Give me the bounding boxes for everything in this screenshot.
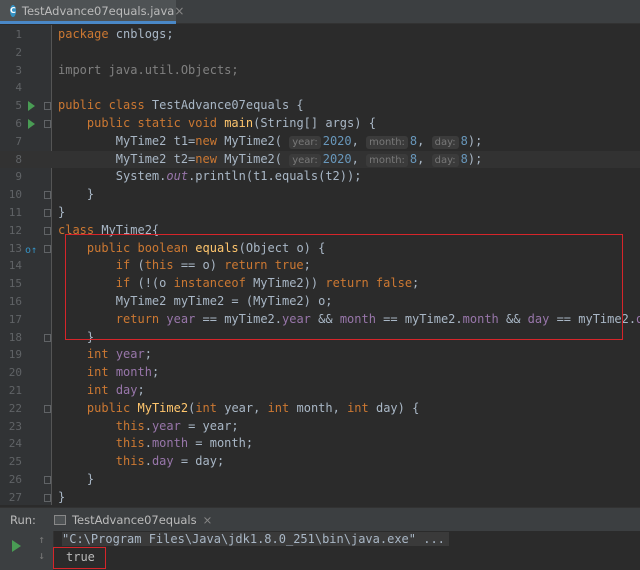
line-number: 16	[8, 295, 22, 308]
run-gutter-icon[interactable]	[28, 119, 35, 129]
fold-icon[interactable]	[44, 120, 51, 128]
line-number: 21	[8, 384, 22, 397]
code-editor[interactable]: 1 package cnblogs; 2 3 import java.util.Obje…	[0, 25, 640, 505]
line-number: 20	[8, 366, 22, 380]
code-line[interactable]: 10 }	[0, 186, 640, 204]
editor-tab-bar: C TestAdvance07equals.java ×	[0, 0, 640, 24]
line-number: 7	[15, 134, 22, 148]
code-text: this.day = day;	[115, 454, 225, 469]
code-line[interactable]: 9 System.out.println(t1.equals(t2));	[0, 168, 640, 186]
run-config-label: TestAdvance07equals	[71, 512, 197, 527]
java-class-icon: C	[10, 4, 16, 17]
run-config-icon	[53, 514, 66, 525]
code-line[interactable]: 7 MyTime2 t1=new MyTime2( year: 2020, mon…	[0, 133, 640, 151]
console-toolbar-scroll: ↑ ↓	[30, 531, 54, 570]
line-number: 25	[8, 455, 22, 469]
code-text: import java.util.Objects;	[58, 62, 239, 77]
run-label: Run:	[10, 512, 36, 527]
line-number: 3	[15, 63, 22, 77]
code-text: int year;	[86, 347, 152, 362]
line-number: 24	[8, 437, 22, 451]
line-number: 27	[8, 490, 22, 504]
code-text: this.year = year;	[115, 418, 239, 433]
code-line[interactable]: 6 public static void main(String[] args)…	[0, 115, 640, 133]
code-line[interactable]: 1 package cnblogs;	[0, 26, 640, 44]
code-line[interactable]: 8 MyTime2 t2=new MyTime2( year: 2020, mon…	[0, 150, 640, 169]
fold-icon[interactable]	[44, 226, 51, 235]
rerun-play-icon[interactable]	[12, 540, 21, 552]
code-text: }	[58, 489, 66, 504]
line-number: 17	[8, 312, 22, 326]
code-line[interactable]: 2	[0, 44, 640, 62]
line-number: 10	[8, 188, 22, 202]
scroll-down-icon[interactable]: ↓	[30, 549, 53, 562]
console-command-line: "C:\Program Files\Java\jdk1.8.0_251\bin\…	[62, 532, 449, 546]
output-highlight	[53, 547, 106, 569]
code-text: public MyTime2(int year, int month, int …	[86, 400, 420, 415]
line-number: 5	[15, 99, 22, 113]
fold-icon[interactable]	[44, 493, 51, 502]
code-text: }	[58, 472, 95, 486]
line-number: 12	[8, 223, 22, 237]
line-number: 6	[15, 117, 22, 130]
run-console: ↑ ↓ "C:\Program Files\Java\jdk1.8.0_251\…	[0, 531, 640, 570]
run-toolbar: Run: TestAdvance07equals ×	[0, 507, 640, 531]
fold-icon[interactable]	[44, 102, 51, 111]
code-line[interactable]: 23 this.year = year;	[0, 418, 640, 436]
line-number: 22	[8, 401, 22, 415]
code-line[interactable]: 21 int day;	[0, 382, 640, 400]
line-number: 15	[8, 277, 22, 291]
run-config-tab[interactable]: TestAdvance07equals ×	[53, 508, 213, 532]
equals-method-highlight	[65, 234, 623, 340]
code-line[interactable]: 20 int month;	[0, 364, 640, 382]
code-line[interactable]: 4	[0, 79, 640, 97]
code-line[interactable]: 27}	[0, 489, 640, 505]
code-text: MyTime2 t2=new MyTime2( year: 2020, month…	[58, 151, 483, 167]
code-text: package cnblogs;	[58, 27, 174, 41]
line-number: 11	[8, 206, 22, 219]
code-text: int day;	[86, 383, 145, 397]
line-number: 8	[15, 152, 22, 166]
code-text: }	[58, 187, 95, 202]
line-number: 4	[15, 81, 22, 95]
code-line[interactable]: 24 this.month = month;	[0, 435, 640, 453]
code-text: public class TestAdvance07equals {	[58, 98, 304, 113]
code-text: this.month = month;	[115, 436, 254, 451]
code-line[interactable]: 3 import java.util.Objects;	[0, 62, 640, 80]
fold-icon[interactable]	[44, 333, 51, 342]
code-line[interactable]: 11}	[0, 204, 640, 222]
line-number: 14	[8, 259, 22, 273]
code-text: public static void main(String[] args) {	[86, 116, 376, 130]
close-icon[interactable]: ×	[203, 513, 213, 527]
code-line[interactable]: 5 public class TestAdvance07equals {	[0, 97, 640, 115]
code-line[interactable]: 22 public MyTime2(int year, int month, i…	[0, 400, 640, 418]
fold-icon[interactable]	[44, 404, 51, 413]
code-line[interactable]: 19 int year;	[0, 346, 640, 364]
close-icon[interactable]: ×	[174, 4, 184, 18]
line-number: 9	[15, 170, 22, 184]
line-number: 1	[15, 28, 22, 41]
line-number: 13	[8, 241, 22, 255]
file-tab-label: TestAdvance07equals.java	[21, 3, 175, 18]
fold-icon[interactable]	[44, 244, 51, 253]
line-number: 18	[8, 330, 22, 344]
console-toolbar-left	[0, 531, 30, 570]
line-number: 26	[8, 473, 22, 486]
code-text: int month;	[86, 365, 160, 380]
line-number: 2	[15, 45, 22, 59]
code-text: MyTime2 t1=new MyTime2( year: 2020, month…	[58, 133, 483, 149]
code-text: }	[58, 205, 66, 219]
file-tab[interactable]: C TestAdvance07equals.java ×	[0, 0, 184, 24]
line-number: 19	[8, 348, 22, 362]
code-line[interactable]: 26 }	[0, 471, 640, 489]
code-text: System.out.println(t1.equals(t2));	[58, 169, 362, 184]
run-gutter-icon[interactable]	[28, 101, 35, 112]
fold-icon[interactable]	[44, 476, 51, 484]
scroll-up-icon[interactable]: ↑	[30, 533, 53, 546]
fold-icon[interactable]	[44, 209, 51, 217]
code-line[interactable]: 25 this.day = day;	[0, 453, 640, 471]
fold-icon[interactable]	[44, 191, 51, 200]
line-number: 23	[8, 419, 22, 433]
